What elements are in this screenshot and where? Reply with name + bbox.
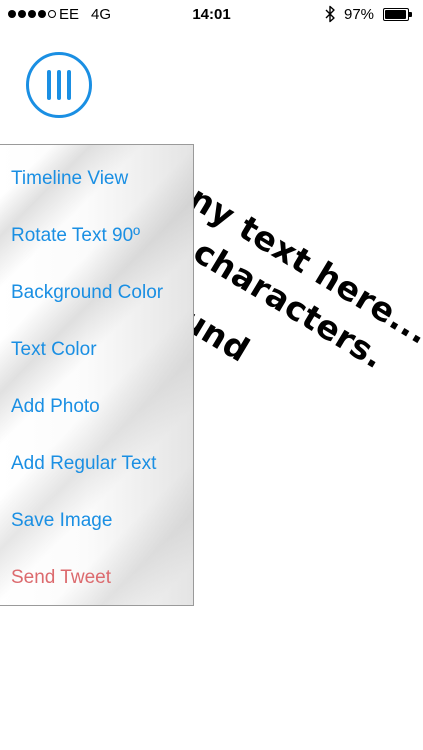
menu-item-save-image[interactable]: Save Image [0, 492, 193, 549]
battery-percent: 97% [344, 6, 375, 23]
three-bars-icon [47, 70, 71, 100]
bluetooth-icon [325, 5, 335, 23]
menu-item-add-photo[interactable]: Add Photo [0, 378, 193, 435]
menu-item-text-color[interactable]: Text Color [0, 321, 193, 378]
menu-toggle-button[interactable] [26, 52, 92, 118]
menu-item-timeline-view[interactable]: Timeline View [0, 150, 193, 207]
battery-fill [385, 10, 407, 19]
menu-item-background-color[interactable]: Background Color [0, 264, 193, 321]
side-menu: Timeline View Rotate Text 90º Background… [0, 144, 194, 606]
battery-icon [383, 8, 412, 21]
status-bar: EE 4G 14:01 97% [0, 0, 423, 28]
menu-item-send-tweet[interactable]: Send Tweet [0, 549, 193, 605]
menu-item-add-regular-text[interactable]: Add Regular Text [0, 435, 193, 492]
menu-item-rotate-text[interactable]: Rotate Text 90º [0, 207, 193, 264]
